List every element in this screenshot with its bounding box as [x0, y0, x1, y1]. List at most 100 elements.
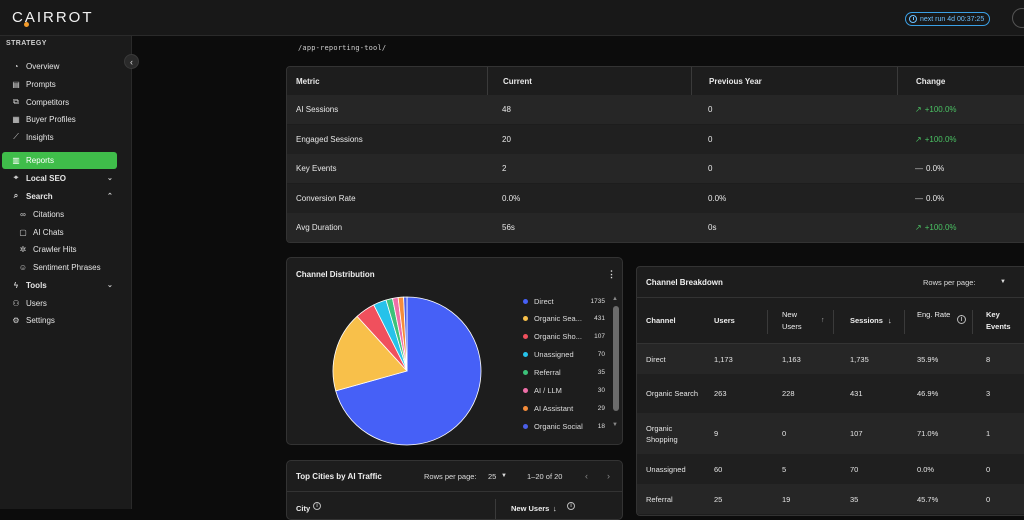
scrollbar-thumb[interactable] — [613, 306, 619, 411]
col-city[interactable]: City — [296, 503, 310, 515]
legend-value: 70 — [597, 351, 605, 359]
table-cell: Organic Shopping — [646, 423, 678, 444]
sidebar-item-settings[interactable]: ⚙ Settings — [0, 312, 132, 328]
more-options-icon[interactable]: ⋮ — [607, 269, 616, 280]
legend-item[interactable]: Organic Social 18 — [523, 420, 609, 432]
metrics-col-current[interactable]: Current — [487, 67, 691, 95]
prev-page-icon[interactable]: ‹ — [585, 471, 588, 481]
rows-per-page-label: Rows per page: — [424, 472, 477, 481]
sidebar-item-local-seo[interactable]: ⌖ Local SEO ⌄ — [0, 170, 132, 186]
metric-current: 48 — [502, 105, 511, 114]
legend-item[interactable]: Organic Sho... 107 — [523, 331, 609, 343]
sidebar-item-users[interactable]: ⚇ Users — [0, 295, 132, 311]
col-new-users[interactable]: New Users — [782, 309, 818, 333]
table-row[interactable]: Organic Search 263 228 431 46.9% 3 — [637, 374, 1024, 413]
chevron-down-icon[interactable]: ⌄ — [107, 174, 113, 182]
rows-per-page-dropdown-icon[interactable]: ▼ — [1000, 279, 1006, 285]
collapse-sidebar-button[interactable]: ‹ — [124, 54, 139, 69]
legend-item[interactable]: Organic Sea... 431 — [523, 313, 609, 325]
col-key-events[interactable]: Key Events — [986, 309, 1020, 333]
sidebar-item-insights[interactable]: ⟋ Insights — [0, 129, 132, 145]
prompts-icon: ▤ — [12, 79, 20, 89]
metric-name: Key Events — [296, 164, 337, 174]
legend-scrollbar[interactable]: ▲ ▼ — [612, 296, 620, 430]
legend-swatch — [523, 388, 528, 393]
table-cell: 0 — [986, 494, 991, 504]
table-row[interactable]: Organic Shopping 9 0 107 71.0% 1 — [637, 413, 1024, 454]
rows-per-page-value[interactable]: 25 — [488, 472, 496, 481]
legend-label: Organic Sho... — [534, 332, 582, 342]
table-cell: 1,173 — [714, 354, 733, 364]
sidebar-item-buyer-profiles[interactable]: ▦ Buyer Profiles — [0, 111, 132, 127]
sidebar-item-label: AI Chats — [33, 227, 64, 237]
col-users[interactable]: Users — [714, 315, 735, 327]
sidebar-item-crawler-hits[interactable]: ✲ Crawler Hits — [0, 241, 132, 257]
metrics-col-change[interactable]: Change — [897, 67, 1024, 95]
sidebar-item-label: Sentiment Phrases — [33, 262, 101, 272]
rows-per-page-label: Rows per page: — [923, 278, 976, 287]
sidebar-item-label: Crawler Hits — [33, 244, 77, 254]
table-row[interactable]: Referral 25 19 35 45.7% 0 — [637, 484, 1024, 514]
sidebar: STRATEGY ◔ Overview ▤ Prompts ⧉ Competitors ▦ B… — [0, 36, 132, 509]
legend-item[interactable]: Referral 35 — [523, 367, 609, 379]
chevron-up-icon[interactable]: ⌃ — [107, 192, 113, 200]
table-cell: 60 — [714, 464, 723, 474]
scroll-up-icon[interactable]: ▲ — [612, 296, 618, 302]
table-row[interactable]: Unassigned 60 5 70 0.0% 0 — [637, 454, 1024, 484]
legend-value: 431 — [594, 315, 605, 323]
legend-item[interactable]: AI Assistant 29 — [523, 402, 609, 414]
top-bar: CAIRROT next run 4d 00:37:25 — [0, 0, 1024, 36]
sidebar-item-prompts[interactable]: ▤ Prompts — [0, 76, 132, 92]
metric-change: 0.0% — [926, 193, 945, 203]
trend-flat-icon: — — [915, 193, 923, 203]
metric-previous: 0 — [708, 105, 713, 114]
table-cell: 0 — [782, 429, 787, 438]
sidebar-item-tools[interactable]: ϟ Tools ⌄ — [0, 277, 132, 293]
trend-up-icon: ↗ — [915, 134, 922, 144]
users-icon: ⚇ — [12, 298, 20, 308]
table-cell: 71.0% — [917, 429, 939, 438]
sidebar-item-sentiment-phrases[interactable]: ☺ Sentiment Phrases — [0, 259, 132, 275]
legend-value: 107 — [594, 333, 605, 341]
metric-change-cell: ↗ +100.0% — [897, 125, 1024, 154]
sidebar-item-ai-chats[interactable]: ▢ AI Chats — [0, 224, 132, 240]
sidebar-item-overview[interactable]: ◔ Overview — [0, 58, 132, 74]
sidebar-section-label: STRATEGY — [6, 40, 47, 47]
sidebar-item-search[interactable]: ⌕ Search ⌃ — [0, 188, 132, 204]
sidebar-item-label: Tools — [26, 280, 47, 290]
table-row[interactable]: Direct 1,173 1,163 1,735 35.9% 8 — [637, 344, 1024, 374]
col-new-users[interactable]: New Users — [511, 503, 549, 515]
metrics-col-previous[interactable]: Previous Year — [691, 67, 897, 95]
rows-per-page-dropdown-icon[interactable]: ▼ — [501, 473, 507, 479]
legend-item[interactable]: Unassigned 70 — [523, 349, 609, 361]
scroll-down-icon[interactable]: ▼ — [612, 422, 618, 428]
legend-label: Referral — [534, 368, 561, 378]
breakdown-column-headers: Channel Users New Users ↑ Sessions ↓ Eng… — [637, 298, 1024, 344]
sidebar-item-reports[interactable]: ▥ Reports — [2, 152, 117, 169]
metrics-col-metric[interactable]: Metric — [287, 67, 487, 95]
sort-down-icon[interactable]: ↓ — [888, 315, 892, 327]
col-sessions[interactable]: Sessions — [850, 315, 883, 327]
link-icon: ∞ — [20, 209, 26, 219]
chevron-down-icon[interactable]: ⌄ — [107, 281, 113, 289]
info-icon[interactable]: i — [957, 315, 966, 324]
sort-down-icon[interactable]: ↓ — [553, 503, 557, 515]
next-page-icon[interactable]: › — [607, 471, 610, 481]
logo-mark — [24, 22, 29, 27]
sidebar-item-citations[interactable]: ∞ Citations — [0, 206, 132, 222]
gauge-icon: ◔ — [13, 61, 19, 71]
sort-up-icon[interactable]: ↑ — [821, 315, 825, 327]
legend-item[interactable]: AI / LLM 30 — [523, 385, 609, 397]
pagination-range: 1–20 of 20 — [527, 472, 563, 481]
sidebar-item-competitors[interactable]: ⧉ Competitors — [0, 94, 132, 110]
table-cell: 263 — [714, 389, 727, 398]
account-button[interactable] — [1012, 8, 1024, 28]
metrics-table: Metric Current Previous Year Change AI S… — [286, 66, 1024, 243]
legend-item[interactable]: Direct 1735 — [523, 295, 609, 307]
col-channel[interactable]: Channel — [646, 315, 676, 327]
trend-up-icon: ↗ — [915, 223, 922, 233]
table-cell: 25 — [714, 494, 723, 504]
legend-value: 1735 — [590, 297, 605, 305]
col-eng-rate[interactable]: Eng. Rate — [917, 309, 951, 321]
metrics-row: Avg Duration 56s 0s ↗ +100.0% — [287, 213, 1024, 242]
